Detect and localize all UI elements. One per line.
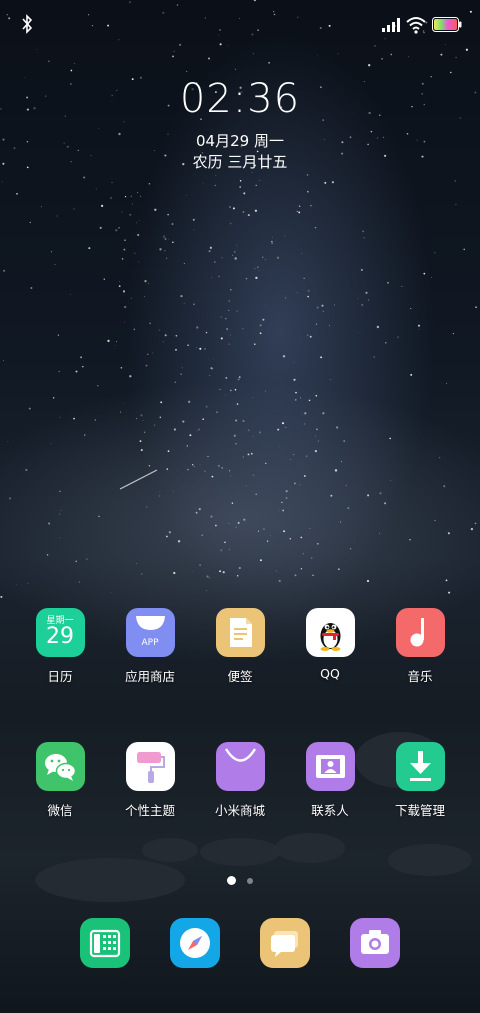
app-contacts[interactable]: 联系人 [285,742,375,819]
note-paper-icon [229,618,252,647]
contact-card-icon [315,755,345,778]
signal-icon [382,18,400,32]
phone-icon [89,929,121,958]
battery-icon [432,17,462,32]
browser-icon [180,928,210,958]
music-note-icon [410,618,424,647]
bluetooth-icon [22,14,33,34]
penguin-icon [320,623,340,651]
app-label: 微信 [47,803,73,818]
app-wechat[interactable]: 微信 [15,742,105,819]
app-notes[interactable]: 便签 [195,608,285,685]
app-label: 日历 [47,669,73,684]
dock-messages[interactable] [260,918,310,968]
app-label: 下载管理 [394,803,445,818]
app-mi-store[interactable]: 小米商城 [195,742,285,819]
downloads-icon [395,742,445,791]
app-label: 音乐 [407,669,433,684]
paint-roller-icon [136,752,165,783]
app-app-store[interactable]: APP 应用商店 [105,608,195,685]
messages-icon [271,931,298,957]
app-downloads[interactable]: 下载管理 [375,742,465,819]
notes-icon [215,608,265,657]
app-label: 个性主题 [124,803,175,818]
wechat-icon [35,742,85,791]
page-dot-active[interactable] [226,876,236,885]
page-indicator [0,870,480,889]
wifi-icon [406,17,426,34]
app-label: 联系人 [311,803,349,818]
camera-icon [361,930,389,954]
music-icon [395,608,445,657]
calendar-icon: 星期一 29 [35,608,85,657]
page-dot[interactable] [247,877,254,884]
lockscreen-clock: 02:36 [179,76,301,122]
lockscreen-date: 04月29 周一 [196,132,284,150]
chat-bubbles-icon [44,754,76,781]
qq-penguin-icon [305,608,355,657]
app-store-text: APP [141,638,159,648]
app-label: 应用商店 [124,669,175,684]
app-label: 小米商城 [214,803,265,818]
lunar-date: 农历 三月廿五 [192,153,288,171]
app-themes[interactable]: 个性主题 [105,742,195,819]
dock-browser[interactable] [170,918,220,968]
dock-phone[interactable] [80,918,130,968]
contacts-icon [305,742,355,791]
download-arrow-icon [409,751,431,781]
app-calendar[interactable]: 星期一 29 日历 [15,608,105,685]
app-music[interactable]: 音乐 [375,608,465,685]
app-label: 便签 [227,669,253,684]
bag-icon [224,748,256,762]
app-qq[interactable]: QQ [285,608,375,681]
mi-store-icon [215,742,265,791]
dock-camera[interactable] [350,918,400,968]
calendar-day: 29 [46,624,74,649]
shopping-bag-icon [135,616,165,630]
app-store-icon: APP [125,608,175,657]
app-label: QQ [320,666,340,681]
status-bar [0,0,480,48]
themes-icon [125,742,175,791]
